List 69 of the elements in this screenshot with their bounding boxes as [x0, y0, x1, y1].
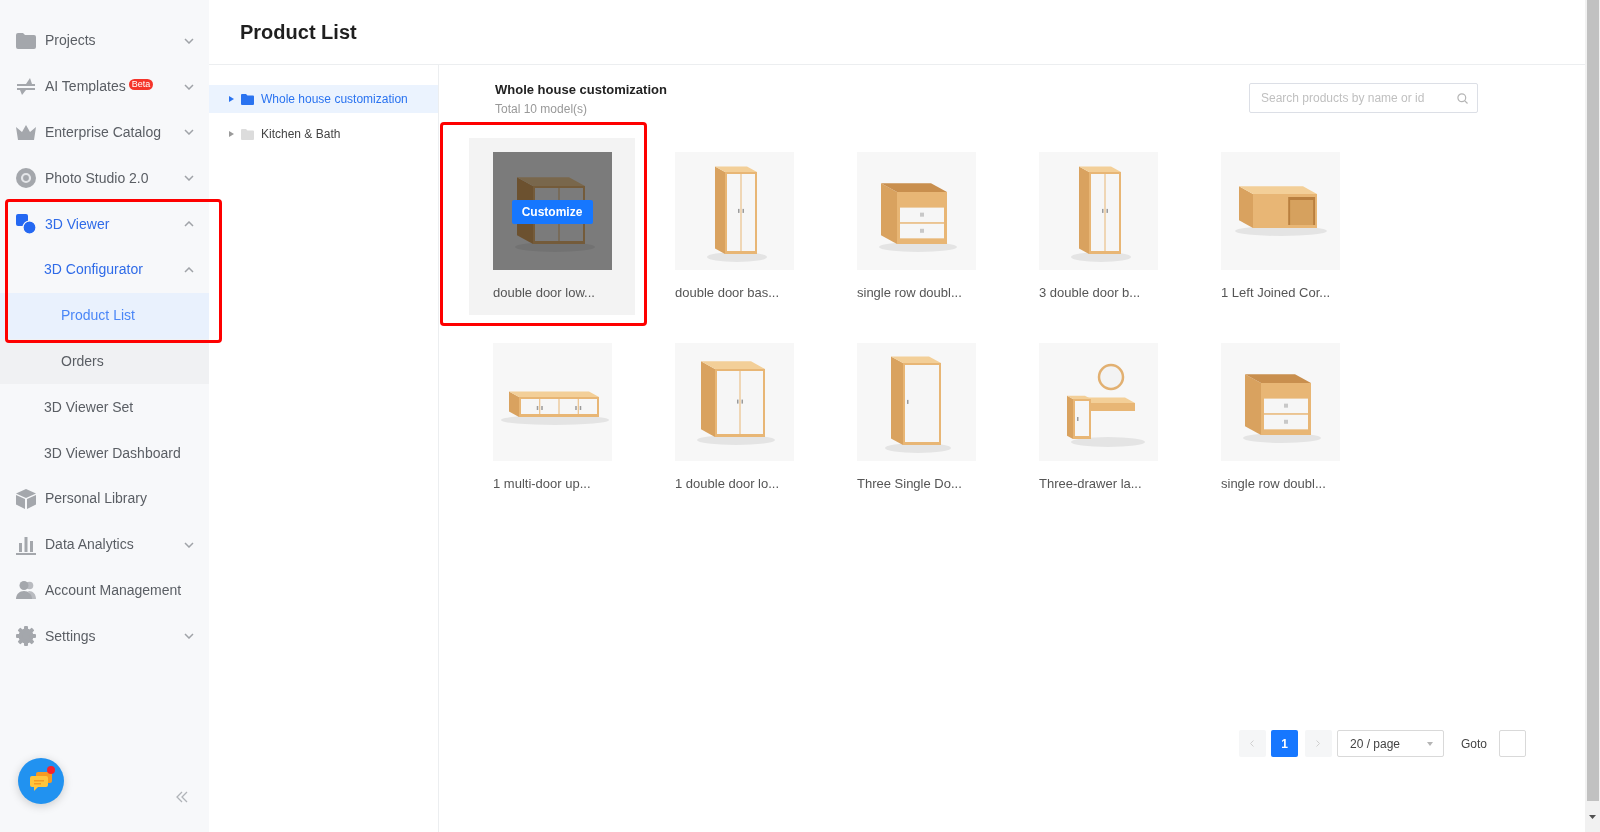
ring-icon	[16, 168, 36, 189]
folder-icon	[16, 32, 36, 49]
product-card[interactable]: 1 multi-door up...	[469, 329, 635, 506]
sidebar-item[interactable]: 3D Configurator	[0, 247, 209, 293]
product-name: single row doubl...	[1221, 475, 1326, 493]
product-card[interactable]: 1 double door lo...	[651, 329, 817, 506]
chat-button[interactable]	[18, 758, 64, 804]
sidebar-item[interactable]: Settings	[0, 613, 209, 660]
settings-icon	[16, 626, 36, 647]
sidebar-item[interactable]: 3D Viewer Set	[0, 384, 209, 431]
sidebar-item[interactable]: Account Management	[0, 567, 209, 614]
page-title: Product List	[240, 20, 357, 45]
sidebar-item[interactable]: 3D Viewer Dashboard	[0, 430, 209, 476]
customize-button[interactable]: Customize	[511, 200, 593, 224]
product-card[interactable]: single row doubl...	[1197, 329, 1363, 506]
goto-input[interactable]	[1499, 730, 1526, 757]
sidebar-item[interactable]: Projects	[0, 18, 209, 64]
sidebar-item[interactable]: Personal Library	[0, 475, 209, 522]
notification-dot-icon	[47, 766, 55, 774]
product-card[interactable]: single row doubl...	[833, 138, 999, 315]
scroll-down-arrow-icon[interactable]	[1589, 814, 1596, 819]
sidebar-item[interactable]: Data Analytics	[0, 521, 209, 568]
product-card[interactable]: 1 Left Joined Cor...	[1197, 138, 1363, 315]
product-name: 1 double door lo...	[675, 475, 780, 493]
folder-icon	[241, 128, 254, 140]
sidebar-item[interactable]: Photo Studio 2.0	[0, 155, 209, 202]
sidebar-item[interactable]: Enterprise Catalog	[0, 109, 209, 156]
page-size-select[interactable]: 20 / page	[1337, 730, 1444, 757]
product-name: 3 double door b...	[1039, 284, 1141, 302]
product-name: Three Single Do...	[857, 475, 962, 493]
beta-badge: Beta	[128, 78, 154, 90]
product-card[interactable]: Customize double door low...	[469, 138, 635, 315]
chevron-left-icon	[1250, 740, 1255, 747]
product-name: Three-drawer la...	[1039, 475, 1142, 493]
chat-bubbles-icon	[30, 771, 52, 791]
product-name: 1 Left Joined Cor...	[1221, 284, 1331, 302]
product-name: double door bas...	[675, 284, 780, 302]
model-count: Total 10 model(s)	[495, 101, 589, 118]
search-field[interactable]: Search products by name or id	[1249, 83, 1478, 113]
caret-right-icon	[229, 131, 234, 137]
product-name: single row doubl...	[857, 284, 962, 302]
sidebar-item[interactable]: 3D Viewer	[0, 201, 209, 247]
square-circle-icon	[16, 214, 36, 235]
caret-right-icon	[229, 96, 234, 102]
users-icon	[16, 580, 36, 601]
scrollbar[interactable]	[1585, 0, 1600, 832]
crown-icon	[16, 124, 36, 141]
category-tree-item[interactable]: Whole house customization	[209, 85, 438, 113]
product-card[interactable]: Three-drawer la...	[1015, 329, 1181, 506]
category-tree-item[interactable]: Kitchen & Bath	[209, 120, 438, 148]
product-name: double door low...	[493, 284, 595, 302]
bar-chart-icon	[16, 534, 36, 555]
product-card[interactable]: double door bas...	[651, 138, 817, 315]
group-title: Whole house customization	[495, 81, 667, 99]
cube-icon	[16, 488, 36, 509]
product-card[interactable]: 3 double door b...	[1015, 138, 1181, 315]
product-card[interactable]: Three Single Do...	[833, 329, 999, 506]
chevron-right-icon	[1316, 740, 1321, 747]
product-name: 1 multi-door up...	[493, 475, 591, 493]
page-number-button[interactable]: 1	[1271, 730, 1298, 757]
double-chevron-left-icon	[176, 791, 188, 803]
goto-label: Goto	[1461, 735, 1487, 753]
folder-icon	[241, 93, 254, 105]
scrollbar-thumb[interactable]	[1586, 0, 1599, 801]
arrows-icon	[16, 78, 36, 96]
search-icon	[1457, 92, 1468, 104]
sidebar-item[interactable]: AI Templates Beta	[0, 63, 209, 110]
collapse-button[interactable]	[176, 791, 188, 803]
caret-down-icon	[1427, 741, 1433, 746]
